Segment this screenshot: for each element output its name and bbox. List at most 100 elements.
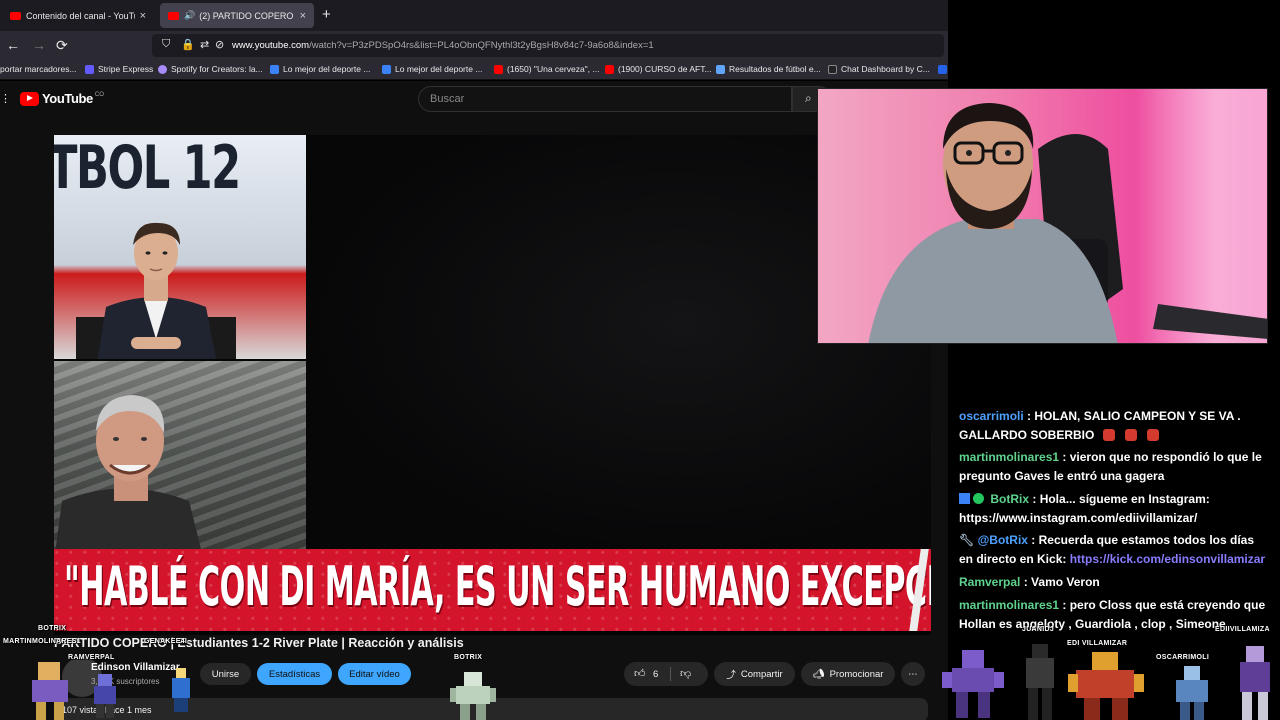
search-icon: ⌕	[805, 91, 812, 105]
studio-backdrop-text: TBOL 12	[54, 135, 241, 203]
edit-video-button[interactable]: Editar vídeo	[338, 663, 411, 685]
verified-badge-icon	[973, 493, 984, 504]
youtube-favicon-icon	[168, 11, 179, 20]
camera-blocked-icon[interactable]: ⊘	[215, 38, 224, 51]
bookmark-item[interactable]: Lo mejor del deporte ...	[270, 64, 370, 74]
sprite-label: EDI VILLAMIZAR	[1067, 640, 1128, 647]
spotify-icon	[158, 64, 167, 74]
promote-label: Promocionar	[829, 668, 884, 680]
chat-username: @BotRix	[977, 533, 1028, 547]
sports-icon	[382, 64, 391, 74]
chat-message: martinmolinares1 : vieron que no respond…	[959, 448, 1271, 486]
url-host: www.youtube.com	[232, 40, 310, 51]
tab-title: Contenido del canal - YouTube	[26, 10, 135, 21]
bookmarks-bar: portar marcadores... Stripe Express Spot…	[0, 60, 948, 80]
views-and-date: 107 vistas hace 1 mes	[62, 705, 152, 715]
channel-name[interactable]: Edinson Villamizar	[91, 662, 180, 673]
alien-sprite-icon	[942, 650, 1004, 718]
share-label: Compartir	[740, 668, 783, 680]
video-title: PARTIDO COPERO | Estudiantes 1-2 River P…	[54, 636, 464, 650]
chat-username: martinmolinares1	[959, 450, 1060, 464]
quote-text: "HABLÉ CON DI MARÍA, ES UN SER HUMANO EX…	[64, 555, 931, 618]
bookmark-item[interactable]: Spotify for Creators: la...	[158, 64, 263, 74]
studio-host-image: TBOL 12	[54, 135, 306, 359]
promote-icon: 📣︎	[812, 668, 825, 680]
youtube-play-icon	[20, 91, 39, 106]
back-button[interactable]: ←	[6, 37, 20, 53]
reload-button[interactable]: ⟳	[56, 37, 68, 54]
new-tab-button[interactable]: +	[322, 6, 331, 23]
bookmark-item[interactable]: Chat Dashboard by C...	[828, 64, 930, 74]
angry-emote-icon	[1102, 429, 1115, 441]
bookmark-item[interactable]: portar marcadores...	[0, 64, 77, 74]
youtube-header: ⋮ YouTube CO Buscar ⌕	[0, 81, 948, 117]
angry-emote-icon	[1146, 429, 1159, 441]
speaker-icon[interactable]: 🔊	[184, 10, 195, 21]
tab-title: (2) PARTIDO COPERO | Estu	[199, 10, 294, 21]
join-button[interactable]: Unirse	[200, 663, 251, 685]
url-text[interactable]: www.youtube.com/watch?v=P3zPDSpO4rs&list…	[232, 40, 654, 51]
chat-username: Ramverpal	[959, 575, 1021, 589]
coach-image	[54, 361, 306, 555]
wrench-icon: 🔧︎	[959, 533, 975, 547]
host-figure	[76, 222, 236, 359]
browser-nav-bar: ← → ⟳ ⛉ 🔒 ⇄ ⊘ www.youtube.com/watch?v=P3…	[0, 31, 948, 60]
search-placeholder: Buscar	[430, 93, 465, 105]
chat-username: BotRix	[990, 492, 1030, 506]
url-path: /watch?v=P3zPDSpO4rs&list=PL4oObnQFNythl…	[309, 40, 654, 51]
description-box[interactable]: 107 vistas hace 1 mes	[54, 698, 928, 720]
stats-button[interactable]: Estadísticas	[257, 663, 332, 685]
brawler-sprite-icon	[1068, 652, 1144, 720]
bookmark-item[interactable]: (1900) CURSO de AFT...	[605, 64, 712, 74]
sprite-label: OSCARRIMOLI	[1156, 654, 1210, 661]
chat-username: martinmolinares1	[959, 598, 1060, 612]
chat-message: oscarrimoli : HOLAN, SALIO CAMPEON Y SE …	[959, 407, 1271, 445]
youtube-logo[interactable]: YouTube CO	[20, 91, 104, 106]
dashboard-icon	[828, 64, 837, 74]
bot-badge-icon	[959, 493, 970, 504]
address-bar[interactable]: ⛉ 🔒 ⇄ ⊘ www.youtube.com/watch?v=P3zPDSpO…	[152, 34, 944, 57]
divider	[670, 667, 671, 681]
close-tab-icon[interactable]: ×	[140, 10, 146, 22]
chat-text: : Vamo Veron	[1023, 575, 1100, 589]
chat-link[interactable]: https://kick.com/edinsonvillamizar	[1070, 552, 1265, 566]
frost-sprite-icon	[1176, 666, 1208, 720]
bookmark-item[interactable]: Bo	[938, 64, 948, 74]
dark-knight-sprite-icon	[1026, 644, 1054, 720]
more-actions-button[interactable]: ⋯	[901, 662, 925, 686]
promote-button[interactable]: 📣︎ Promocionar	[801, 662, 895, 686]
like-icon[interactable]: 👍︎	[634, 667, 646, 680]
stream-chat: oscarrimoli : HOLAN, SALIO CAMPEON Y SE …	[948, 344, 1280, 640]
chat-message: Ramverpal : Vamo Veron	[959, 573, 1271, 592]
subscriber-count: 3,03 K suscriptores	[91, 677, 160, 686]
search-input[interactable]: Buscar	[418, 86, 792, 112]
chat-message: BotRix : Hola... sígueme en Instagram: h…	[959, 490, 1271, 528]
dislike-icon[interactable]: 👎︎	[680, 667, 691, 680]
menu-icon[interactable]: ⋮	[0, 92, 11, 105]
chat-username: oscarrimoli	[959, 409, 1024, 423]
youtube-favicon-icon	[605, 64, 614, 74]
lock-icon[interactable]: 🔒	[181, 38, 195, 51]
youtube-favicon-icon	[494, 64, 503, 74]
results-icon	[716, 64, 725, 74]
close-tab-icon[interactable]: ×	[300, 10, 306, 22]
bookmark-icon	[938, 64, 947, 74]
sports-icon	[270, 64, 279, 74]
coach-figure	[54, 395, 203, 555]
shield-icon[interactable]: ⛉	[162, 38, 170, 51]
bookmark-item[interactable]: Lo mejor del deporte ...	[382, 64, 482, 74]
quote-banner: "HABLÉ CON DI MARÍA, ES UN SER HUMANO EX…	[54, 549, 931, 631]
forward-button[interactable]: →	[32, 37, 46, 53]
bookmark-item[interactable]: (1650) "Una cerveza", ...	[494, 64, 600, 74]
country-code: CO	[94, 91, 104, 98]
share-icon: ⤴	[726, 670, 736, 681]
permissions-icon[interactable]: ⇄	[200, 38, 209, 51]
tab-channel-content[interactable]: Contenido del canal - YouTube ×	[2, 3, 154, 28]
tab-partido-copero[interactable]: 🔊 (2) PARTIDO COPERO | Estu ×	[160, 3, 314, 28]
bookmark-item[interactable]: Resultados de fútbol e...	[716, 64, 821, 74]
share-button[interactable]: ⤴ Compartir	[714, 662, 795, 686]
logo-text: YouTube	[42, 91, 93, 106]
youtube-favicon-icon	[10, 11, 21, 20]
bookmark-item[interactable]: Stripe Express	[85, 64, 153, 74]
webcam-feed	[817, 88, 1268, 344]
